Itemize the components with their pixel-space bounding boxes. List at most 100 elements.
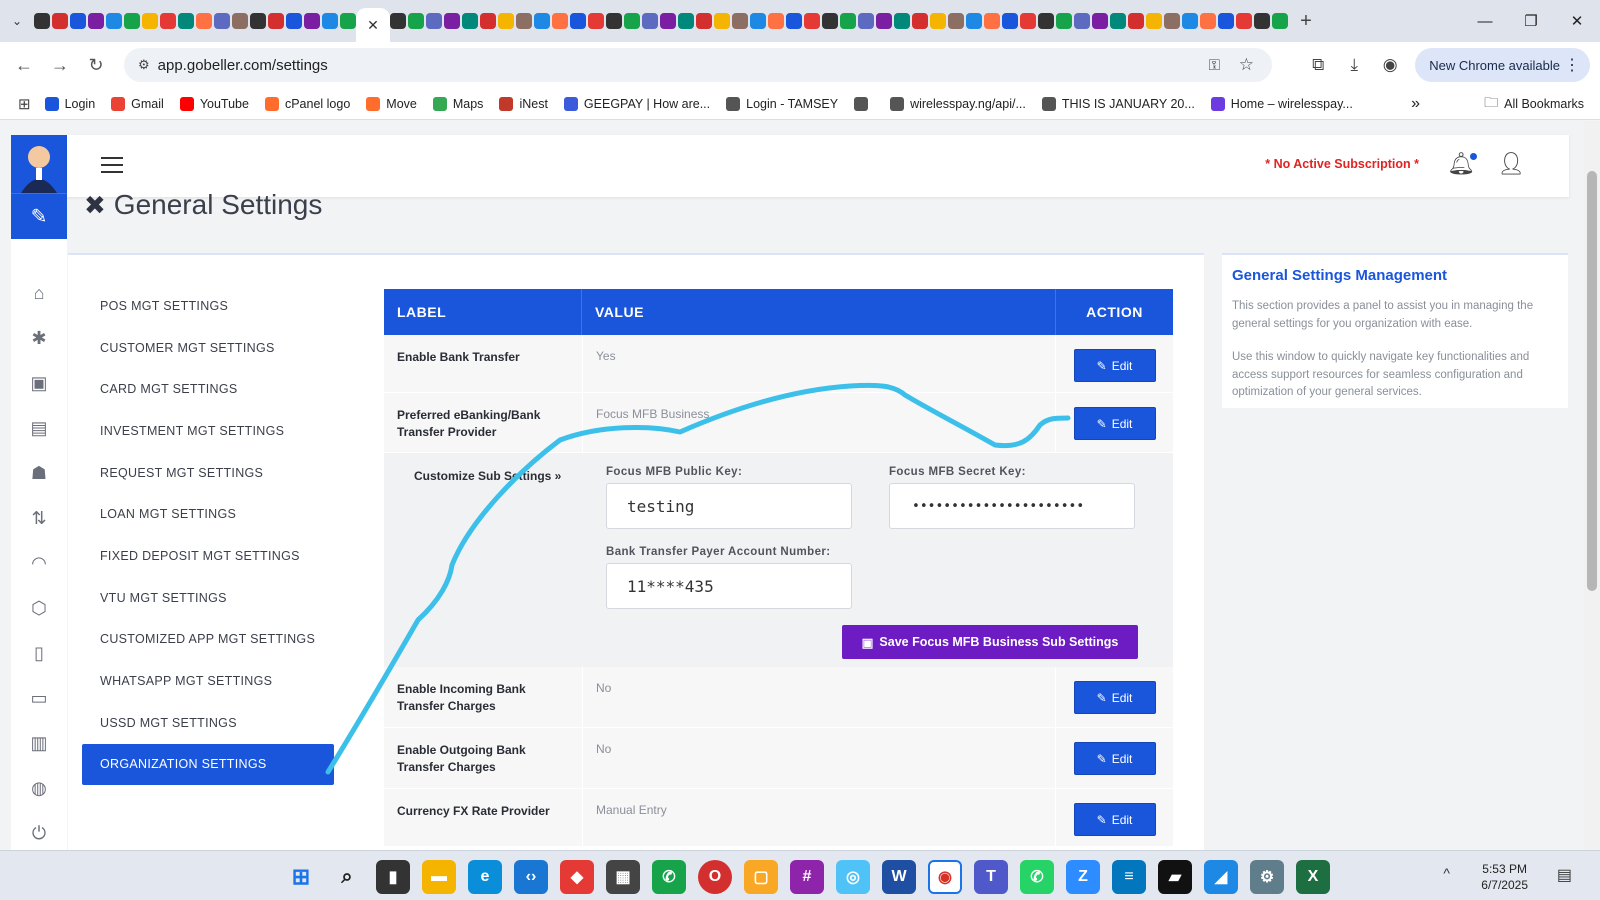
- kebab-menu-icon[interactable]: ⋮: [1564, 55, 1580, 75]
- close-window-button[interactable]: ✕: [1554, 0, 1600, 42]
- tab-favicon[interactable]: [768, 13, 784, 29]
- tab-favicon[interactable]: [552, 13, 568, 29]
- edit-button[interactable]: ✎ Edit: [1073, 681, 1156, 714]
- tab-favicon[interactable]: [286, 13, 302, 29]
- tab-favicon[interactable]: [322, 13, 338, 29]
- edit-button[interactable]: ✎ Edit: [1073, 803, 1156, 836]
- tab-favicon[interactable]: [822, 13, 838, 29]
- settings-menu-item[interactable]: REQUEST MGT SETTINGS: [82, 452, 334, 494]
- word-icon[interactable]: W: [882, 860, 916, 894]
- settings-menu-item[interactable]: WHATSAPP MGT SETTINGS: [82, 660, 334, 702]
- tab-favicon[interactable]: [268, 13, 284, 29]
- tab-favicon[interactable]: [1002, 13, 1018, 29]
- edit-pen-icon[interactable]: ✎: [11, 193, 67, 239]
- settings-menu-item[interactable]: POS MGT SETTINGS: [82, 285, 334, 327]
- other-tabs[interactable]: [390, 0, 1288, 42]
- download-icon[interactable]: ⤓: [1343, 55, 1365, 75]
- settings-gear-icon[interactable]: ⚙: [1250, 860, 1284, 894]
- tab-favicon[interactable]: [696, 13, 712, 29]
- notification-bell-icon[interactable]: 🔔︎: [1447, 151, 1477, 177]
- settings-menu-item[interactable]: CUSTOMER MGT SETTINGS: [82, 327, 334, 369]
- settings-menu-item[interactable]: VTU MGT SETTINGS: [82, 577, 334, 619]
- site-info-icon[interactable]: ⚙: [138, 57, 150, 73]
- tab-favicon[interactable]: [750, 13, 766, 29]
- pinned-tabs-left[interactable]: [34, 0, 356, 42]
- tab-favicon[interactable]: [624, 13, 640, 29]
- tab-favicon[interactable]: [178, 13, 194, 29]
- bookmark-item[interactable]: Home – wirelesspay...: [1210, 96, 1353, 111]
- new-tab-button[interactable]: +: [1294, 10, 1318, 33]
- chrome-icon[interactable]: ◉: [928, 860, 962, 894]
- whatsapp-icon[interactable]: ✆: [1020, 860, 1054, 894]
- tab-favicon[interactable]: [250, 13, 266, 29]
- hand-icon[interactable]: ◠: [11, 553, 67, 574]
- password-key-icon[interactable]: ⚿: [1209, 57, 1220, 74]
- location-pin-icon[interactable]: ◍: [11, 778, 67, 799]
- tab-favicon[interactable]: [1038, 13, 1054, 29]
- network-app-icon[interactable]: ◎: [836, 860, 870, 894]
- customize-sub-settings-toggle[interactable]: Customize Sub Settings »: [414, 469, 561, 483]
- search-icon[interactable]: ⌕: [330, 860, 364, 894]
- all-bookmarks-folder[interactable]: 🗀 All Bookmarks: [1484, 92, 1584, 116]
- tab-favicon[interactable]: [948, 13, 964, 29]
- tab-favicon[interactable]: [786, 13, 802, 29]
- tab-favicon[interactable]: [1110, 13, 1126, 29]
- tab-favicon[interactable]: [1200, 13, 1216, 29]
- tab-favicon[interactable]: [1092, 13, 1108, 29]
- tab-favicon[interactable]: [88, 13, 104, 29]
- bookmark-star-icon[interactable]: ☆: [1239, 55, 1254, 75]
- tab-favicon[interactable]: [930, 13, 946, 29]
- tab-favicon[interactable]: [52, 13, 68, 29]
- opera-icon[interactable]: O: [698, 860, 732, 894]
- bookmark-item[interactable]: Gmail: [111, 96, 164, 111]
- tab-favicon[interactable]: [894, 13, 910, 29]
- tab-favicon[interactable]: [1164, 13, 1180, 29]
- slack-icon[interactable]: #: [790, 860, 824, 894]
- restore-button[interactable]: ❐: [1508, 0, 1554, 42]
- mobile-icon[interactable]: ▯: [11, 643, 67, 664]
- system-clock[interactable]: 5:53 PM 6/7/2025: [1481, 861, 1528, 893]
- forward-icon[interactable]: →: [42, 55, 78, 76]
- tab-favicon[interactable]: [660, 13, 676, 29]
- tab-favicon[interactable]: [912, 13, 928, 29]
- bookmark-item[interactable]: Login - TAMSEY: [726, 96, 838, 111]
- reload-icon[interactable]: ↻: [78, 55, 114, 76]
- tab-favicon[interactable]: [1074, 13, 1090, 29]
- tab-favicon[interactable]: [408, 13, 424, 29]
- sticky-app-icon[interactable]: ▢: [744, 860, 778, 894]
- windows-start-icon[interactable]: ⊞: [284, 860, 318, 894]
- active-tab[interactable]: ✕: [356, 8, 390, 42]
- power-icon[interactable]: ⏻: [11, 823, 67, 844]
- apps-grid-icon[interactable]: ⊞: [18, 95, 31, 113]
- card-icon[interactable]: ▤: [11, 418, 67, 439]
- tab-favicon[interactable]: [714, 13, 730, 29]
- tab-favicon[interactable]: [70, 13, 86, 29]
- excel-icon[interactable]: X: [1296, 860, 1330, 894]
- bookmark-item[interactable]: GEEGPAY | How are...: [563, 96, 710, 111]
- settings-menu-item[interactable]: FIXED DEPOSIT MGT SETTINGS: [82, 535, 334, 577]
- settings-menu-item[interactable]: CUSTOMIZED APP MGT SETTINGS: [82, 619, 334, 661]
- phone-app-icon[interactable]: ✆: [652, 860, 686, 894]
- account-number-input[interactable]: 11****435: [606, 563, 852, 609]
- tab-favicon[interactable]: [516, 13, 532, 29]
- sticky-notes-icon[interactable]: ▰: [1158, 860, 1192, 894]
- tab-favicon[interactable]: [160, 13, 176, 29]
- edit-button[interactable]: ✎ Edit: [1073, 742, 1156, 775]
- page-scrollbar[interactable]: [1584, 121, 1600, 850]
- transfer-icon[interactable]: ⇅: [11, 508, 67, 529]
- settings-menu-item[interactable]: USSD MGT SETTINGS: [82, 702, 334, 744]
- settings-menu-item[interactable]: LOAN MGT SETTINGS: [82, 493, 334, 535]
- user-menu-icon[interactable]: 👤︎: [1497, 151, 1525, 177]
- address-bar[interactable]: ⚙ app.gobeller.com/settings ⚿ ☆: [124, 48, 1272, 82]
- tab-favicon[interactable]: [858, 13, 874, 29]
- edit-button[interactable]: ✎ Edit: [1073, 407, 1156, 440]
- tab-favicon[interactable]: [1182, 13, 1198, 29]
- task-view-icon[interactable]: ▮: [376, 860, 410, 894]
- tray-chevron-icon[interactable]: ^: [1443, 865, 1450, 881]
- teams-icon[interactable]: T: [974, 860, 1008, 894]
- chrome-update-button[interactable]: New Chrome available ⋮: [1415, 48, 1590, 82]
- tab-favicon[interactable]: [124, 13, 140, 29]
- tab-favicon[interactable]: [390, 13, 406, 29]
- anydesk-icon[interactable]: ◆: [560, 860, 594, 894]
- bookmark-item[interactable]: YouTube: [179, 96, 249, 111]
